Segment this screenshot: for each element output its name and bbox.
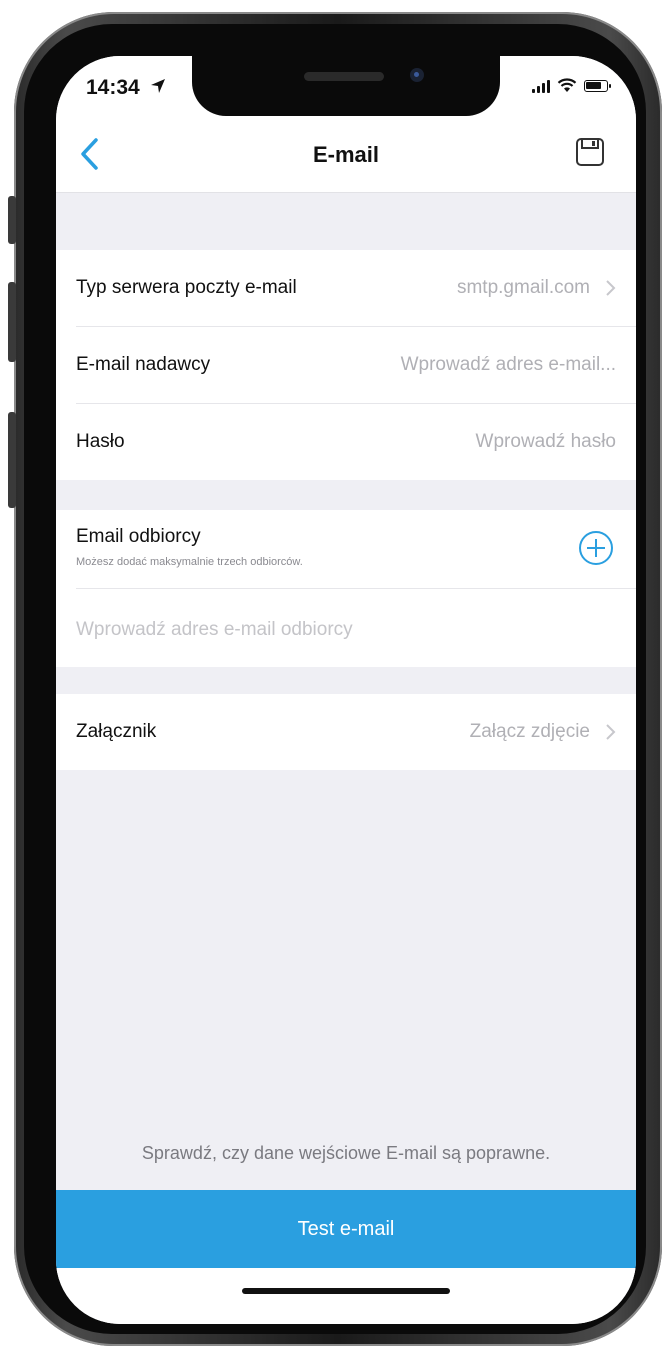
attachment-label: Załącznik [76, 721, 157, 742]
location-arrow-icon [151, 79, 165, 93]
sender-email-label: E-mail nadawcy [76, 354, 211, 375]
speaker [304, 72, 384, 81]
password-label: Hasło [76, 431, 125, 452]
chevron-right-icon [606, 724, 616, 740]
password-placeholder: Wprowadź hasło [475, 431, 616, 452]
recipient-header: Email odbiorcy Możesz dodać maksymalnie … [76, 510, 636, 589]
attachment-group: Załącznik Załącz zdjęcie [56, 694, 636, 770]
home-indicator[interactable] [242, 1288, 450, 1294]
server-type-label: Typ serwera poczty e-mail [76, 277, 297, 298]
server-type-value: smtp.gmail.com [456, 277, 590, 298]
notch [192, 56, 500, 116]
volume-down-button [8, 412, 16, 508]
recipient-email-field[interactable]: Wprowadź adres e-mail odbiorcy [76, 589, 636, 667]
cellular-signal-icon [532, 79, 550, 93]
wifi-icon [557, 78, 577, 92]
attachment-row[interactable]: Załącznik Załącz zdjęcie [76, 694, 636, 770]
mute-switch [8, 196, 16, 244]
battery-icon [584, 79, 611, 92]
add-recipient-plus-icon[interactable] [578, 530, 614, 566]
attachment-value: Załącz zdjęcie [469, 721, 590, 742]
server-type-row[interactable]: Typ serwera poczty e-mail smtp.gmail.com [76, 250, 636, 327]
front-camera [410, 68, 424, 82]
validation-hint: Sprawdź, czy dane wejściowe E-mail są po… [141, 1143, 551, 1163]
recipient-title: Email odbiorcy [76, 526, 201, 547]
recipient-email-placeholder: Wprowadź adres e-mail odbiorcy [76, 619, 353, 640]
page-title: E-mail [312, 142, 380, 167]
sender-email-field[interactable]: E-mail nadawcy Wprowadź adres e-mail... [76, 327, 636, 404]
status-time: 14:34 [86, 76, 140, 99]
status-icons [532, 78, 611, 93]
navigation-bar: E-mail [56, 116, 636, 193]
volume-up-button [8, 282, 16, 362]
home-area [56, 1268, 636, 1324]
password-field[interactable]: Hasło Wprowadź hasło [76, 404, 636, 480]
sender-email-placeholder: Wprowadź adres e-mail... [400, 354, 616, 375]
server-settings-group: Typ serwera poczty e-mail smtp.gmail.com… [56, 250, 636, 480]
recipient-hint: Możesz dodać maksymalnie trzech odbiorcó… [76, 556, 303, 568]
chevron-right-icon [606, 280, 616, 296]
save-icon[interactable] [574, 136, 606, 168]
screen: 14:34 E-mail Typ serwera poczty e-mail s… [56, 56, 636, 1324]
test-email-button[interactable]: Test e-mail [56, 1190, 636, 1268]
recipient-group: Email odbiorcy Możesz dodać maksymalnie … [56, 510, 636, 667]
